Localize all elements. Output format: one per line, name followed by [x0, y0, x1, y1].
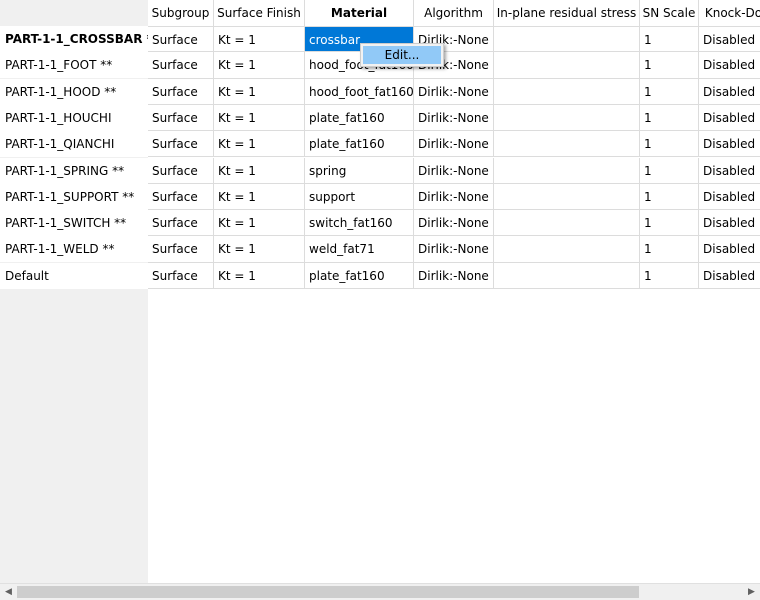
- scroll-right-icon[interactable]: ▶: [743, 584, 760, 600]
- cell-algorithm[interactable]: Dirlik:-None: [414, 78, 494, 105]
- cell-material[interactable]: switch_fat160: [305, 210, 414, 237]
- col-header-algorithm[interactable]: Algorithm: [414, 0, 494, 26]
- cell-algorithm[interactable]: Dirlik:-None: [414, 157, 494, 184]
- cell-material[interactable]: plate_fat160: [305, 262, 414, 289]
- cell-knock-down[interactable]: Disabled: [699, 105, 760, 132]
- cell-subgroup[interactable]: Surface: [148, 131, 214, 158]
- row-header[interactable]: Default: [0, 262, 148, 289]
- cell-material[interactable]: hood_foot_fat160: [305, 78, 414, 105]
- row-header[interactable]: PART-1-1_QIANCHI: [0, 131, 148, 158]
- horizontal-scrollbar[interactable]: ◀ ▶: [0, 583, 760, 600]
- cell-sn-scale[interactable]: 1: [640, 183, 699, 211]
- cell-surface-finish[interactable]: Kt = 1: [214, 52, 305, 79]
- edit-menu-item[interactable]: Edit...: [363, 46, 441, 64]
- cell-algorithm[interactable]: Dirlik:-None: [414, 104, 494, 132]
- cell-subgroup[interactable]: Surface: [148, 236, 214, 263]
- cell-residual-stress[interactable]: [494, 78, 640, 105]
- row-header[interactable]: PART-1-1_FOOT **: [0, 52, 148, 79]
- row-header[interactable]: PART-1-1_HOOD **: [0, 78, 148, 105]
- cell-knock-down[interactable]: Disabled: [699, 131, 760, 158]
- cell-surface-finish[interactable]: Kt = 1: [214, 236, 305, 263]
- cell-algorithm[interactable]: Dirlik:-None: [414, 131, 494, 158]
- cell-knock-down[interactable]: Disabled: [699, 158, 760, 184]
- cell-knock-down[interactable]: Disabled: [699, 79, 760, 105]
- row-header[interactable]: PART-1-1_SUPPORT **: [0, 183, 148, 210]
- cell-subgroup[interactable]: Surface: [148, 210, 214, 237]
- cell-sn-scale[interactable]: 1: [640, 78, 699, 105]
- cell-residual-stress[interactable]: [494, 157, 640, 184]
- cell-knock-down[interactable]: Disabled: [699, 263, 760, 289]
- row-header[interactable]: PART-1-1_SWITCH **: [0, 210, 148, 237]
- cell-subgroup[interactable]: Surface: [148, 104, 214, 132]
- cell-subgroup[interactable]: Surface: [148, 78, 214, 105]
- cell-residual-stress[interactable]: [494, 210, 640, 237]
- scroll-left-icon[interactable]: ◀: [0, 584, 17, 600]
- cell-surface-finish[interactable]: Kt = 1: [214, 78, 305, 105]
- cell-subgroup[interactable]: Surface: [148, 183, 214, 211]
- cell-subgroup[interactable]: Surface: [148, 52, 214, 79]
- cell-subgroup[interactable]: Surface: [148, 26, 214, 53]
- cell-sn-scale[interactable]: 1: [640, 131, 699, 158]
- col-header-residual-stress[interactable]: In-plane residual stress: [494, 0, 640, 26]
- col-header-knock-down[interactable]: Knock-Do: [699, 0, 760, 26]
- context-menu: Edit...: [360, 43, 444, 67]
- scroll-thumb[interactable]: [17, 586, 639, 598]
- cell-surface-finish[interactable]: Kt = 1: [214, 131, 305, 158]
- col-header-sn-scale[interactable]: SN Scale: [640, 0, 699, 26]
- cell-residual-stress[interactable]: [494, 183, 640, 211]
- row-header[interactable]: PART-1-1_SPRING **: [0, 157, 148, 184]
- cell-algorithm[interactable]: Dirlik:-None: [414, 183, 494, 211]
- col-header-subgroup[interactable]: Subgroup: [148, 0, 214, 26]
- cell-knock-down[interactable]: Disabled: [699, 236, 760, 263]
- cell-knock-down[interactable]: Disabled: [699, 52, 760, 79]
- cell-sn-scale[interactable]: 1: [640, 104, 699, 132]
- row-header[interactable]: PART-1-1_HOUCHI: [0, 104, 148, 131]
- cell-knock-down[interactable]: Disabled: [699, 26, 760, 53]
- row-header[interactable]: PART-1-1_WELD **: [0, 236, 148, 263]
- cell-sn-scale[interactable]: 1: [640, 210, 699, 237]
- cell-sn-scale[interactable]: 1: [640, 157, 699, 184]
- cell-surface-finish[interactable]: Kt = 1: [214, 157, 305, 184]
- col-header-material[interactable]: Material: [305, 0, 414, 26]
- cell-algorithm[interactable]: Dirlik:-None: [414, 210, 494, 237]
- cell-residual-stress[interactable]: [494, 52, 640, 79]
- cell-material[interactable]: plate_fat160: [305, 104, 414, 132]
- cell-knock-down[interactable]: Disabled: [699, 184, 760, 211]
- cell-surface-finish[interactable]: Kt = 1: [214, 26, 305, 53]
- cell-algorithm[interactable]: Dirlik:-None: [414, 262, 494, 289]
- cell-residual-stress[interactable]: [494, 262, 640, 289]
- col-header-surface-finish[interactable]: Surface Finish: [214, 0, 305, 26]
- cell-material[interactable]: spring: [305, 157, 414, 184]
- cell-residual-stress[interactable]: [494, 236, 640, 263]
- cell-residual-stress[interactable]: [494, 131, 640, 158]
- cell-residual-stress[interactable]: [494, 104, 640, 132]
- cell-residual-stress[interactable]: [494, 26, 640, 53]
- cell-surface-finish[interactable]: Kt = 1: [214, 262, 305, 289]
- cell-sn-scale[interactable]: 1: [640, 236, 699, 263]
- cell-subgroup[interactable]: Surface: [148, 262, 214, 289]
- cell-sn-scale[interactable]: 1: [640, 26, 699, 53]
- cell-material[interactable]: plate_fat160: [305, 131, 414, 158]
- cell-subgroup[interactable]: Surface: [148, 157, 214, 184]
- row-header[interactable]: PART-1-1_CROSSBAR **: [0, 26, 148, 52]
- cell-material[interactable]: weld_fat71: [305, 236, 414, 263]
- cell-sn-scale[interactable]: 1: [640, 52, 699, 79]
- cell-sn-scale[interactable]: 1: [640, 262, 699, 289]
- cell-knock-down[interactable]: Disabled: [699, 210, 760, 237]
- cell-surface-finish[interactable]: Kt = 1: [214, 183, 305, 211]
- cell-algorithm[interactable]: Dirlik:-None: [414, 236, 494, 263]
- cell-material[interactable]: support: [305, 183, 414, 211]
- cell-surface-finish[interactable]: Kt = 1: [214, 210, 305, 237]
- cell-surface-finish[interactable]: Kt = 1: [214, 104, 305, 132]
